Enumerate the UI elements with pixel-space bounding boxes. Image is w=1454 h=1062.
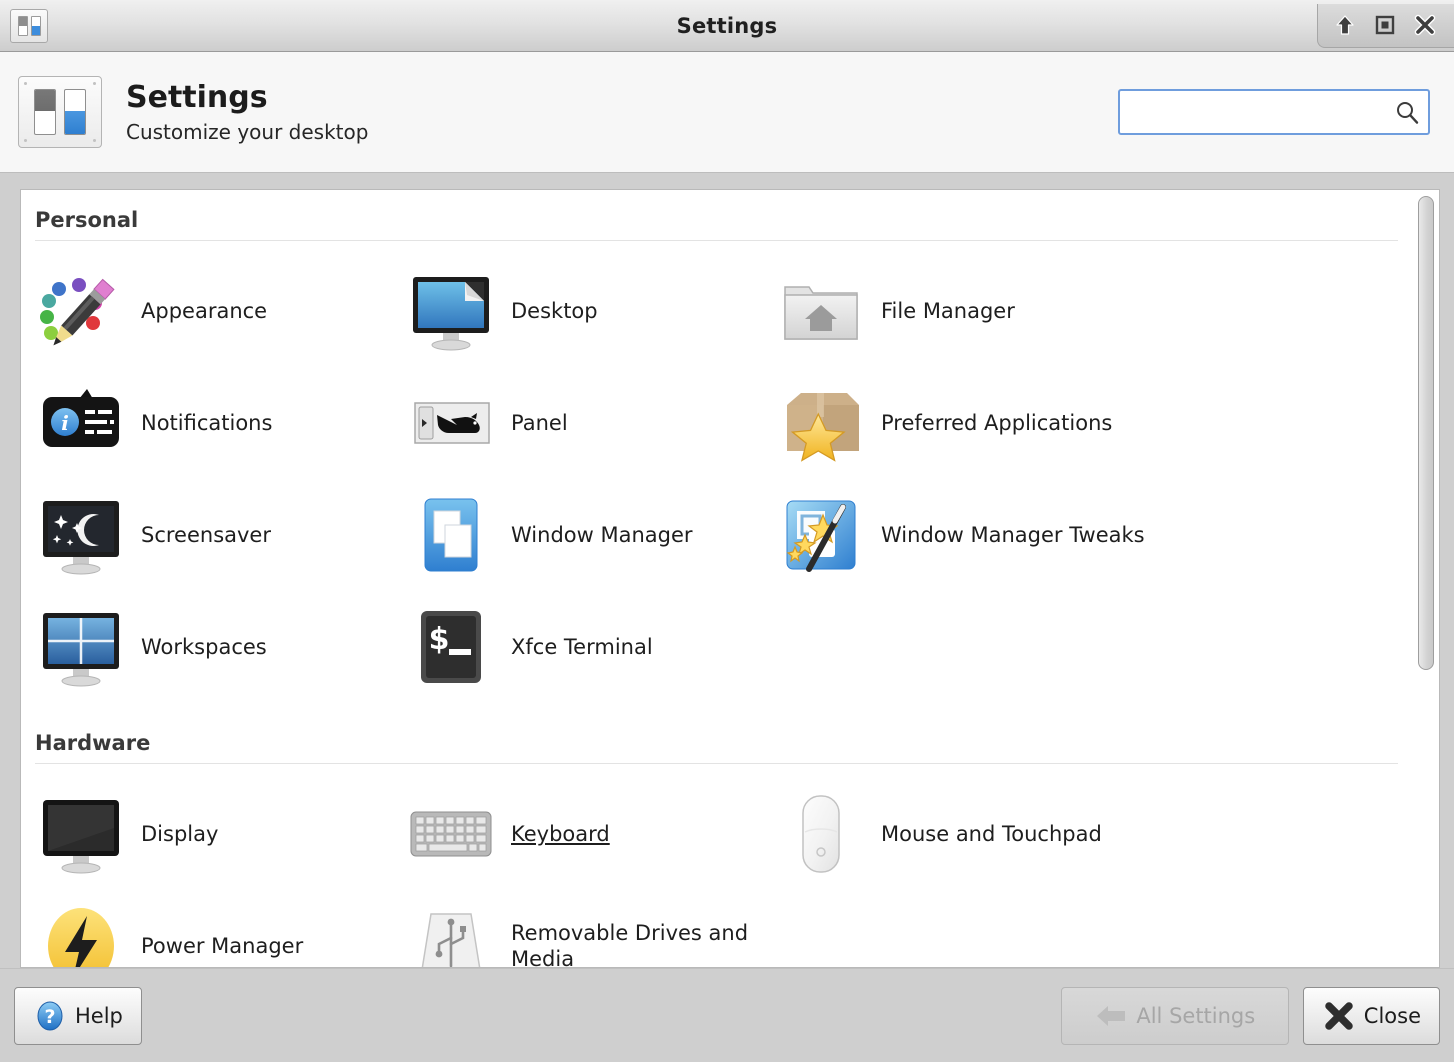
slider-switch-dark [17, 15, 28, 36]
preferred-apps-box-star-icon [775, 377, 867, 469]
settings-item-label: Window Manager [511, 522, 693, 547]
window-app-icon [10, 8, 48, 43]
settings-item-mouse-and-touchpad[interactable]: Mouse and Touchpad [775, 778, 1398, 890]
help-button[interactable]: ? Help [14, 986, 142, 1045]
settings-item-preferred-applications[interactable]: Preferred Applications [775, 367, 1398, 479]
up-arrow-icon [1336, 15, 1354, 35]
page-subtitle: Customize your desktop [126, 119, 369, 144]
window-manager-windows-icon [405, 489, 497, 581]
settings-item-workspaces[interactable]: Workspaces [35, 591, 405, 703]
maximize-button[interactable] [1368, 8, 1402, 42]
help-button-label: Help [75, 1003, 123, 1028]
svg-text:i: i [61, 411, 69, 435]
close-x-icon [1414, 14, 1436, 36]
panel-bar-icon [405, 377, 497, 469]
settings-item-notifications[interactable]: i Notifications [35, 367, 405, 479]
maximize-square-icon [1375, 15, 1395, 35]
mouse-icon [775, 788, 867, 880]
settings-item-screensaver[interactable]: Screensaver [35, 479, 405, 591]
help-question-icon: ? [33, 999, 67, 1033]
usb-drive-icon [405, 900, 497, 967]
keyboard-icon [405, 788, 497, 880]
desktop-monitor-icon [405, 265, 497, 357]
settings-item-display[interactable]: Display [35, 778, 405, 890]
settings-item-label: Desktop [511, 298, 598, 323]
settings-item-label: Preferred Applications [881, 410, 1113, 435]
settings-item-appearance[interactable]: Appearance [35, 255, 405, 367]
settings-item-removable-drives-and-media[interactable]: Removable Drives and Media [405, 890, 775, 968]
workspaces-grid-icon [35, 601, 127, 693]
settings-item-window-manager[interactable]: Window Manager [405, 479, 775, 591]
power-bolt-icon [35, 900, 127, 967]
settings-item-file-manager[interactable]: File Manager [775, 255, 1398, 367]
settings-sections: Personal Appearance Desktop File Manager… [21, 202, 1412, 968]
slider-switch-blue [64, 89, 86, 135]
settings-item-window-manager-tweaks[interactable]: Window Manager Tweaks [775, 479, 1398, 591]
close-button[interactable] [1408, 8, 1442, 42]
close-x-icon [1322, 999, 1356, 1033]
notifications-bubble-icon: i [35, 377, 127, 469]
screensaver-moon-icon [35, 489, 127, 581]
settings-item-label: Power Manager [141, 933, 304, 958]
settings-item-keyboard[interactable]: Keyboard [405, 778, 775, 890]
svg-text:?: ? [44, 1006, 55, 1028]
settings-sliders-icon [18, 76, 102, 148]
window-title: Settings [676, 13, 778, 38]
settings-item-label: Appearance [141, 298, 268, 323]
window-manager-tweaks-wand-icon [775, 489, 867, 581]
settings-item-label: Mouse and Touchpad [881, 821, 1102, 846]
svg-text:$: $ [429, 622, 450, 657]
settings-item-label: Xfce Terminal [511, 634, 653, 659]
slider-switch-dark [34, 89, 56, 135]
search-box[interactable] [1118, 89, 1430, 135]
back-arrow-icon [1094, 999, 1128, 1033]
header-band: Settings Customize your desktop [0, 52, 1454, 173]
titlebar: Settings [0, 0, 1454, 52]
section-hardware: Hardware Display Keyboard Mouse and Touc… [35, 725, 1398, 968]
content-area: Personal Appearance Desktop File Manager… [0, 173, 1454, 968]
settings-list-panel: Personal Appearance Desktop File Manager… [20, 189, 1412, 968]
appearance-pencil-icon [35, 265, 127, 357]
terminal-prompt-icon: $ [405, 601, 497, 693]
settings-item-panel[interactable]: Panel [405, 367, 775, 479]
section-personal: Personal Appearance Desktop File Manager… [35, 202, 1398, 703]
slider-switch-blue [30, 15, 41, 36]
window-controls [1317, 3, 1454, 48]
section-divider [35, 763, 1398, 764]
shade-button[interactable] [1328, 8, 1362, 42]
settings-item-label: Panel [511, 410, 568, 435]
settings-item-label: Notifications [141, 410, 273, 435]
search-icon[interactable] [1394, 99, 1420, 125]
settings-item-label: Workspaces [141, 634, 267, 659]
settings-item-desktop[interactable]: Desktop [405, 255, 775, 367]
file-manager-folder-icon [775, 265, 867, 357]
settings-item-label: File Manager [881, 298, 1015, 323]
section-title-personal: Personal [35, 208, 139, 232]
settings-item-label: Removable Drives and Media [511, 920, 749, 968]
page-title: Settings [126, 79, 268, 115]
settings-item-power-manager[interactable]: Power Manager [35, 890, 405, 967]
settings-item-label: Keyboard [511, 821, 610, 846]
settings-item-label: Window Manager Tweaks [881, 522, 1145, 547]
settings-item-label: Display [141, 821, 219, 846]
header-text: Settings Customize your desktop [126, 81, 368, 144]
search-input[interactable] [1130, 101, 1394, 123]
display-monitor-icon [35, 788, 127, 880]
all-settings-button-label: All Settings [1136, 1003, 1256, 1028]
section-divider [35, 240, 1398, 241]
close-button[interactable]: Close [1302, 986, 1440, 1045]
vertical-scrollbar[interactable] [1412, 189, 1440, 968]
scrollbar-thumb[interactable] [1417, 196, 1434, 671]
close-button-label: Close [1363, 1003, 1421, 1028]
section-title-hardware: Hardware [35, 731, 151, 755]
all-settings-button[interactable]: All Settings [1060, 986, 1289, 1045]
footer-button-bar: ? Help All Settings Close [0, 968, 1454, 1062]
settings-grid-personal: Appearance Desktop File Manager i Notifi… [35, 255, 1398, 703]
settings-item-xfce-terminal[interactable]: $ Xfce Terminal [405, 591, 775, 703]
settings-window: Settings Settings Customize your desktop… [0, 0, 1454, 1062]
settings-item-label: Screensaver [141, 522, 271, 547]
settings-grid-hardware: Display Keyboard Mouse and Touchpad Powe… [35, 778, 1398, 968]
